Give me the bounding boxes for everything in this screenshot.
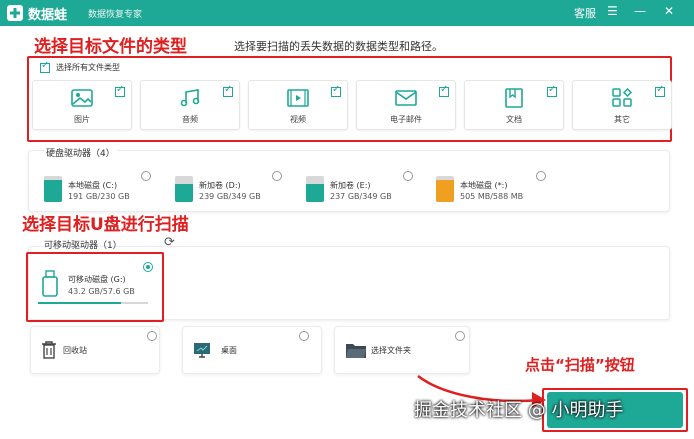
usb-usage-bar [38, 302, 148, 304]
image-icon [71, 89, 93, 107]
location-desktop[interactable]: 桌面 [182, 326, 322, 374]
type-label: 图片 [74, 115, 90, 124]
drive-name: 新加卷 (D:) [199, 181, 241, 190]
refresh-icon[interactable]: ⟳ [164, 235, 175, 250]
email-icon [395, 90, 417, 106]
folder-icon [346, 344, 366, 358]
drive-icon [436, 176, 454, 202]
drive-icon [306, 176, 324, 202]
drive-star-radio[interactable] [536, 171, 546, 181]
type-label: 电子邮件 [390, 115, 422, 124]
video-icon [287, 89, 309, 107]
music-icon [180, 89, 200, 107]
type-label: 其它 [614, 115, 630, 124]
location-recycle-bin[interactable]: 回收站 [30, 326, 160, 374]
type-card-email[interactable]: 电子邮件 [356, 80, 456, 130]
drive-name: 本地磁盘 (*:) [460, 181, 508, 190]
usb-drive-icon [42, 270, 58, 297]
video-checkbox[interactable] [331, 84, 341, 97]
close-icon[interactable]: ✕ [664, 4, 674, 18]
type-card-audio[interactable]: 音频 [140, 80, 240, 130]
drive-size: 191 GB/230 GB [68, 192, 130, 201]
annotation-select-type: 选择目标文件的类型 [34, 37, 187, 57]
instruction-hint: 选择要扫描的丢失数据的数据类型和路径。 [234, 40, 443, 53]
drive-icon [44, 176, 62, 202]
minimize-icon[interactable]: — [634, 4, 646, 18]
support-link[interactable]: 客服 [574, 5, 596, 21]
type-label: 视频 [290, 115, 306, 124]
documents-checkbox[interactable] [547, 84, 557, 97]
email-checkbox[interactable] [439, 84, 449, 97]
location-label: 选择文件夹 [371, 346, 411, 355]
app-subtitle: 数据恢复专家 [88, 10, 143, 20]
other-checkbox[interactable] [655, 84, 665, 97]
drive-d[interactable]: 新加卷 (D:) 239 GB/349 GB [175, 176, 285, 212]
menu-icon[interactable]: ☰ [607, 4, 618, 18]
drive-name: 可移动磁盘 (G:) [68, 275, 126, 284]
location-choose-folder[interactable]: 选择文件夹 [334, 326, 470, 374]
watermark: 掘金技术社区 @ 小明助手 [414, 400, 624, 421]
drive-size: 239 GB/349 GB [199, 192, 261, 201]
app-logo-icon [7, 5, 23, 21]
drive-star[interactable]: 本地磁盘 (*:) 505 MB/588 MB [436, 176, 546, 212]
drive-icon [175, 176, 193, 202]
drive-name: 本地磁盘 (C:) [68, 181, 118, 190]
select-all-checkbox[interactable] [40, 60, 50, 73]
drive-e[interactable]: 新加卷 (E:) 237 GB/349 GB [306, 176, 416, 212]
drive-size: 237 GB/349 GB [330, 192, 392, 201]
type-label: 文档 [506, 115, 522, 124]
drive-c-radio[interactable] [141, 171, 151, 181]
drive-size: 505 MB/588 MB [460, 192, 524, 201]
images-checkbox[interactable] [115, 84, 125, 97]
audio-checkbox[interactable] [223, 84, 233, 97]
document-icon [505, 88, 523, 108]
location-label: 桌面 [221, 346, 237, 355]
recycle-radio[interactable] [147, 331, 157, 341]
drive-size: 43.2 GB/57.6 GB [68, 287, 135, 296]
desktop-radio[interactable] [299, 331, 309, 341]
type-card-documents[interactable]: 文档 [464, 80, 564, 130]
title-bar: 数据蛙 数据恢复专家 客服 ☰ — ✕ [0, 0, 694, 26]
drive-e-radio[interactable] [403, 171, 413, 181]
type-label: 音频 [182, 115, 198, 124]
type-card-images[interactable]: 图片 [32, 80, 132, 130]
drive-name: 新加卷 (E:) [330, 181, 371, 190]
hard-drive-title: 硬盘驱动器（4） [44, 146, 117, 159]
annotation-select-usb: 选择目标U盘进行扫描 [22, 215, 189, 235]
type-card-other[interactable]: 其它 [572, 80, 672, 130]
drive-g[interactable]: 可移动磁盘 (G:) 43.2 GB/57.6 GB [38, 270, 148, 306]
folder-radio[interactable] [455, 331, 465, 341]
desktop-icon [194, 343, 210, 358]
select-all-label: 选择所有文件类型 [56, 63, 120, 72]
app-name: 数据蛙 [28, 8, 68, 23]
trash-icon [42, 341, 56, 359]
other-icon [612, 87, 633, 107]
drive-c[interactable]: 本地磁盘 (C:) 191 GB/230 GB [44, 176, 154, 212]
drive-d-radio[interactable] [272, 171, 282, 181]
location-label: 回收站 [63, 346, 87, 355]
type-card-video[interactable]: 视频 [248, 80, 348, 130]
removable-title: 可移动驱动器（1） [44, 241, 122, 251]
